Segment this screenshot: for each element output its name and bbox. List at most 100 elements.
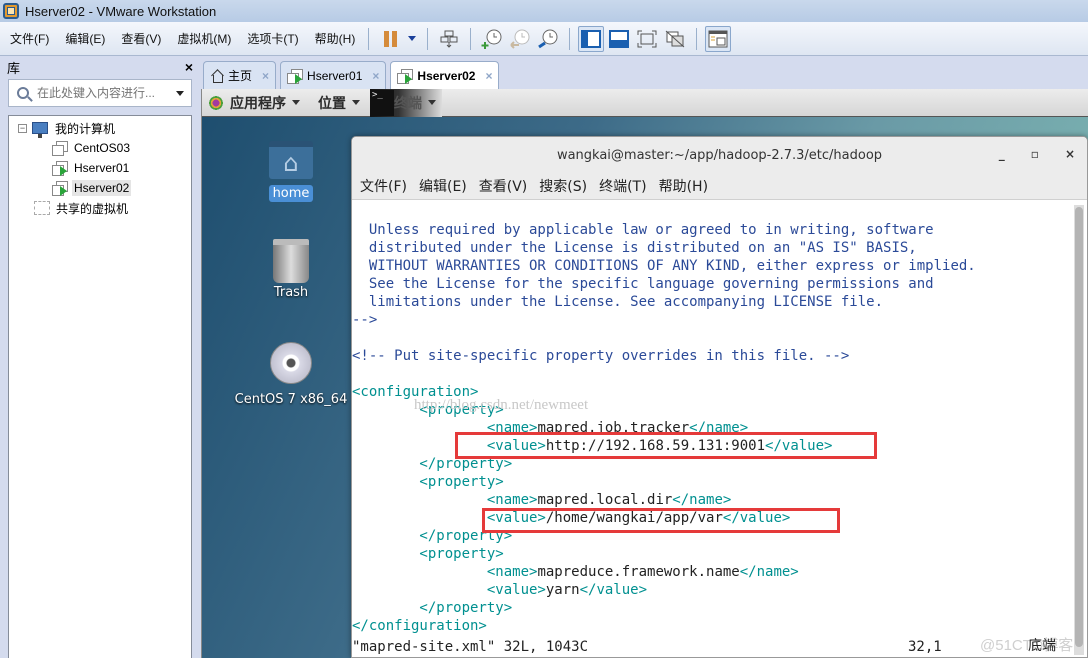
show-library-button[interactable] bbox=[578, 25, 605, 52]
thumbnail-bar-button[interactable] bbox=[606, 26, 632, 52]
maximize-button[interactable]: ▫ bbox=[1031, 147, 1039, 161]
home-folder-icon bbox=[269, 141, 313, 179]
terminal-app-menu[interactable]: >_ 终端 bbox=[370, 88, 442, 117]
menu-edit[interactable]: 编辑(E) bbox=[59, 28, 111, 50]
pause-button[interactable] bbox=[377, 26, 403, 52]
window-title: Hserver02 - VMware Workstation bbox=[25, 3, 217, 19]
minimize-button[interactable]: _ bbox=[999, 147, 1005, 161]
highlight-box-job-tracker bbox=[455, 432, 877, 459]
desktop-icon-home[interactable]: home bbox=[231, 141, 351, 202]
terminal-menu-file[interactable]: 文件(F) bbox=[360, 176, 407, 196]
tab-hserver01[interactable]: Hserver01 × bbox=[280, 61, 387, 89]
terminal-line: <value>yarn</value> bbox=[352, 581, 1074, 599]
blog-watermark: http://blog.csdn.net/newmeet bbox=[414, 397, 589, 413]
xml-close-tag: </value> bbox=[579, 582, 648, 598]
terminal-line: <!-- Put site-specific property override… bbox=[352, 348, 850, 364]
terminal-menu-terminal[interactable]: 终端(T) bbox=[599, 176, 646, 196]
menu-view[interactable]: 查看(V) bbox=[115, 28, 167, 50]
xml-open-tag: <name> bbox=[486, 492, 538, 508]
xml-close-tag: </name> bbox=[739, 564, 799, 580]
applications-icon bbox=[208, 94, 224, 111]
library-search-input[interactable] bbox=[37, 86, 172, 100]
desktop-icon-label: Trash bbox=[273, 285, 309, 300]
vim-scroll-position: 底端 bbox=[1028, 638, 1056, 654]
vm-console[interactable]: 应用程序 位置 >_ 终端 home Trash CentOS 7 x86_64… bbox=[201, 88, 1088, 658]
chevron-down-icon[interactable] bbox=[176, 90, 184, 96]
search-icon bbox=[17, 87, 29, 99]
applications-label: 应用程序 bbox=[230, 95, 286, 112]
computer-icon bbox=[32, 122, 48, 138]
xml-value: mapred.local.dir bbox=[537, 492, 673, 508]
vim-file-status: "mapred-site.xml" 32L, 1043C bbox=[352, 639, 589, 655]
terminal-label: 终端 bbox=[394, 95, 422, 112]
console-view-button[interactable] bbox=[705, 25, 732, 52]
library-search[interactable] bbox=[8, 79, 192, 107]
library-tree: − 我的计算机 CentOS03 Hserver01 Hserver02 共享的… bbox=[8, 115, 192, 658]
library-header: 库 × bbox=[0, 57, 200, 77]
tree-label: 共享的虚拟机 bbox=[56, 201, 129, 216]
places-menu[interactable]: 位置 bbox=[318, 93, 360, 113]
menu-file[interactable]: 文件(F) bbox=[4, 28, 55, 50]
terminal-menu-edit[interactable]: 编辑(E) bbox=[419, 176, 467, 196]
chevron-down-icon bbox=[408, 36, 417, 41]
snapshot-revert-icon bbox=[510, 29, 530, 49]
tree-item-vm[interactable]: Hserver01 bbox=[9, 158, 191, 178]
xml-close-tag: </name> bbox=[672, 492, 732, 508]
corner-watermark: @51CTO博客 bbox=[980, 637, 1074, 654]
take-snapshot-button[interactable] bbox=[479, 26, 505, 52]
terminal-text-area[interactable]: http://blog.csdn.net/newmeet Unless requ… bbox=[352, 201, 1074, 657]
send-ctrl-alt-del-button[interactable] bbox=[436, 26, 462, 52]
close-icon[interactable]: × bbox=[485, 69, 492, 83]
applications-menu[interactable]: 应用程序 bbox=[208, 93, 300, 113]
chevron-down-icon bbox=[428, 100, 436, 105]
xml-open-tag: <name> bbox=[486, 564, 538, 580]
power-dropdown-button[interactable] bbox=[405, 26, 419, 52]
tab-home[interactable]: 主页 × bbox=[203, 61, 277, 89]
scrollbar-thumb[interactable] bbox=[1075, 207, 1083, 647]
chevron-down-icon bbox=[292, 100, 300, 105]
collapse-icon[interactable]: − bbox=[18, 123, 27, 133]
tree-item-my-computer[interactable]: − 我的计算机 bbox=[9, 118, 191, 138]
snapshot-manager-button[interactable] bbox=[535, 26, 561, 52]
tab-hserver02[interactable]: Hserver02 × bbox=[390, 61, 500, 89]
terminal-line: --> bbox=[352, 312, 378, 328]
tree-item-vm[interactable]: Hserver02 bbox=[9, 178, 191, 198]
fullscreen-icon bbox=[637, 30, 657, 47]
terminal-window: wangkai@master:~/app/hadoop-2.7.3/etc/ha… bbox=[351, 136, 1088, 658]
highlight-box-local-dir bbox=[482, 508, 840, 533]
places-label: 位置 bbox=[318, 95, 346, 112]
terminal-line: <property> bbox=[352, 546, 504, 562]
xml-value: yarn bbox=[545, 582, 580, 598]
tree-item-vm[interactable]: CentOS03 bbox=[9, 138, 191, 158]
menu-vm[interactable]: 虚拟机(M) bbox=[171, 28, 237, 50]
menubar: 文件(F) 编辑(E) 查看(V) 虚拟机(M) 选项卡(T) 帮助(H) bbox=[0, 22, 1088, 56]
tree-label: Hserver01 bbox=[74, 161, 130, 175]
window-titlebar: Hserver02 - VMware Workstation bbox=[0, 0, 1088, 22]
desktop-icon-trash[interactable]: Trash bbox=[231, 239, 351, 300]
close-icon[interactable]: × bbox=[262, 69, 269, 83]
thumbnail-bar-icon bbox=[609, 29, 630, 48]
tree-item-shared-vms[interactable]: 共享的虚拟机 bbox=[9, 198, 191, 218]
revert-snapshot-button[interactable] bbox=[507, 26, 533, 52]
vm-running-icon bbox=[287, 68, 304, 84]
library-close-button[interactable]: × bbox=[185, 59, 193, 75]
unity-button[interactable] bbox=[662, 26, 688, 52]
desktop-icon-centos-disc[interactable]: CentOS 7 x86_64 bbox=[231, 342, 351, 407]
terminal-line: </property> bbox=[352, 600, 513, 616]
tree-label: CentOS03 bbox=[74, 141, 131, 155]
fullscreen-button[interactable] bbox=[634, 26, 660, 52]
terminal-scrollbar[interactable] bbox=[1074, 205, 1084, 655]
terminal-line: Unless required by applicable law or agr… bbox=[352, 222, 934, 238]
terminal-menu-help[interactable]: 帮助(H) bbox=[659, 176, 708, 196]
close-icon[interactable]: × bbox=[372, 69, 379, 83]
menu-tabs[interactable]: 选项卡(T) bbox=[241, 28, 304, 50]
terminal-line: limitations under the License. See accom… bbox=[352, 294, 884, 310]
close-button[interactable]: × bbox=[1065, 147, 1075, 161]
terminal-menu-view[interactable]: 查看(V) bbox=[479, 176, 528, 196]
menu-help[interactable]: 帮助(H) bbox=[309, 28, 362, 50]
disc-icon bbox=[270, 342, 312, 384]
tab-label: Hserver01 bbox=[307, 68, 363, 83]
terminal-titlebar[interactable]: wangkai@master:~/app/hadoop-2.7.3/etc/ha… bbox=[352, 137, 1087, 173]
terminal-line: See the License for the specific languag… bbox=[352, 276, 934, 292]
terminal-menu-search[interactable]: 搜索(S) bbox=[539, 176, 587, 196]
